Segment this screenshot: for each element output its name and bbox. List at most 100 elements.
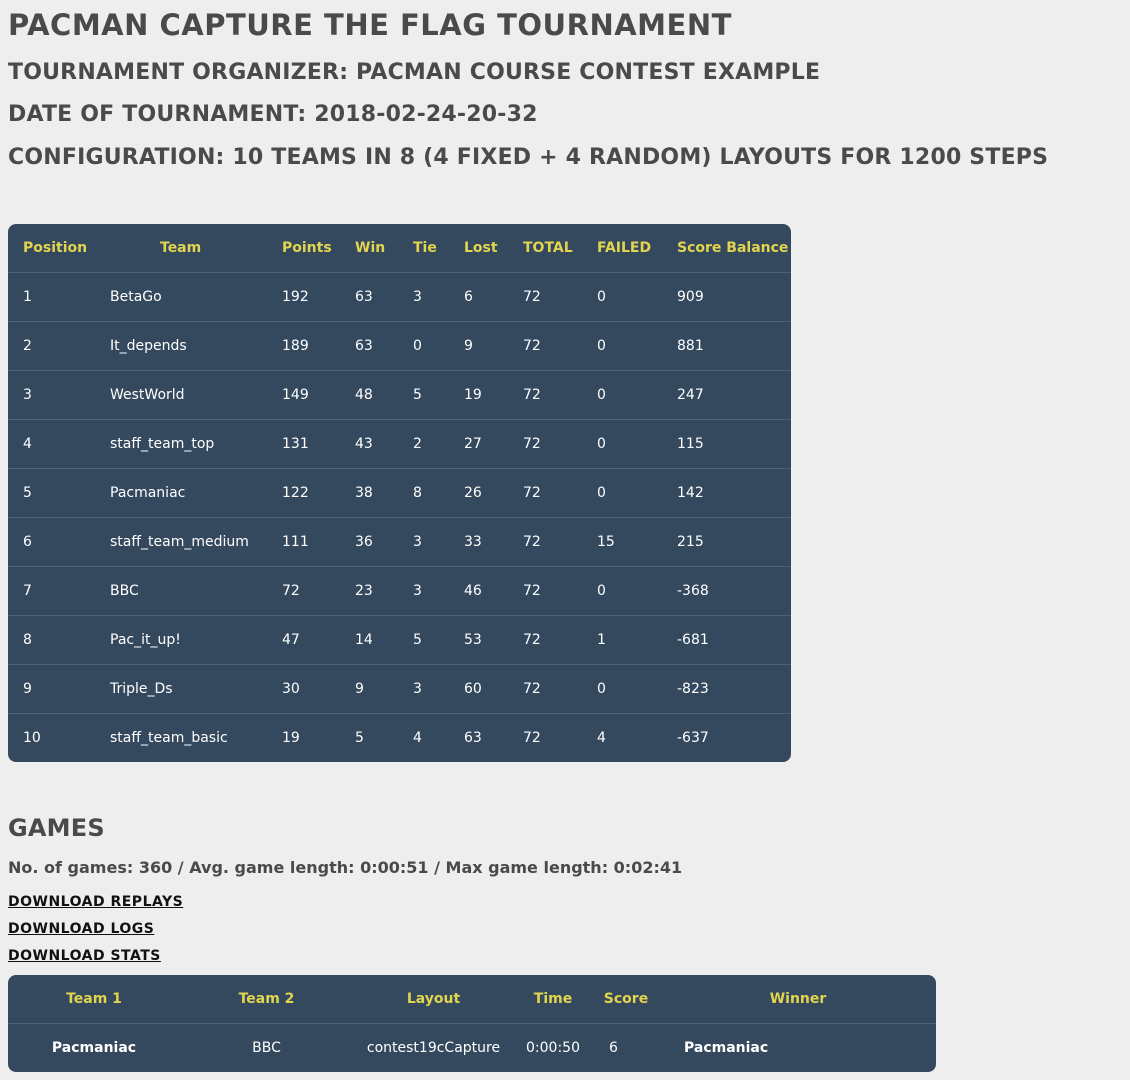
cell-failed: 0 [597, 469, 677, 518]
col-header-failed: FAILED [597, 224, 677, 273]
cell-position: 9 [8, 665, 110, 714]
ranking-header-row: Position Team Points Win Tie Lost TOTAL … [8, 224, 791, 273]
cell-lost: 27 [464, 420, 523, 469]
tournament-organizer: Tournament Organizer: Pacman Course Cont… [8, 60, 821, 85]
cell-failed: 0 [597, 273, 677, 322]
cell-total: 72 [523, 567, 597, 616]
cell-failed: 0 [597, 665, 677, 714]
cell-team2: BBC [252, 1040, 281, 1056]
cell-win: 5 [355, 730, 364, 746]
cell-layout: contest19cCapture [366, 1040, 501, 1056]
cell-position: 5 [8, 469, 110, 518]
table-row: 10 staff_team_basic 19 5 4 63 72 4 -637 [8, 714, 791, 762]
cell-failed: 1 [597, 616, 677, 665]
cell-lost: 6 [464, 273, 523, 322]
col-header-team2: Team 2 [180, 975, 353, 1024]
cell-tie: 0 [413, 322, 464, 371]
cell-points: 149 [282, 371, 355, 420]
col-header-lost: Lost [464, 224, 523, 273]
cell-lost: 63 [464, 730, 482, 746]
col-header-layout: Layout [353, 975, 514, 1024]
cell-team: staff_team_top [110, 420, 282, 469]
cell-position: 10 [23, 730, 41, 746]
col-header-win: Win [355, 224, 413, 273]
cell-tie: 8 [413, 469, 464, 518]
cell-win: 63 [355, 273, 413, 322]
cell-score-balance: 909 [677, 273, 791, 322]
cell-win: 23 [355, 567, 413, 616]
cell-tie: 5 [413, 616, 464, 665]
cell-win: 63 [355, 322, 413, 371]
cell-score: 6 [609, 1040, 618, 1056]
cell-position: 7 [8, 567, 110, 616]
cell-points: 131 [282, 420, 355, 469]
col-header-score-balance: Score Balance [677, 224, 791, 273]
games-table: Team 1 Team 2 Layout Time Score Winner P… [8, 975, 936, 1072]
cell-lost: 9 [464, 322, 523, 371]
cell-points: 192 [282, 273, 355, 322]
cell-lost: 26 [464, 469, 523, 518]
table-row: 6 staff_team_medium 111 36 3 33 72 15 215 [8, 518, 791, 567]
download-replays-link[interactable]: Download replays [8, 894, 183, 910]
cell-win: 14 [355, 616, 413, 665]
cell-score-balance: 142 [677, 469, 791, 518]
cell-win: 43 [355, 420, 413, 469]
col-header-winner: Winner [660, 975, 936, 1024]
cell-team1: Pacmaniac [51, 1040, 137, 1056]
cell-total: 72 [523, 616, 597, 665]
cell-score-balance: 881 [677, 322, 791, 371]
table-row: 1 BetaGo 192 63 3 6 72 0 909 [8, 273, 791, 322]
col-header-team: Team [110, 224, 282, 273]
table-row: 5 Pacmaniac 122 38 8 26 72 0 142 [8, 469, 791, 518]
cell-tie: 4 [413, 730, 422, 746]
download-stats-link[interactable]: Download stats [8, 948, 161, 964]
cell-total: 72 [523, 420, 597, 469]
cell-score-balance: 215 [677, 518, 791, 567]
cell-tie: 3 [413, 567, 464, 616]
cell-team: staff_team_basic [110, 730, 228, 746]
cell-lost: 33 [464, 518, 523, 567]
cell-team: staff_team_medium [110, 518, 282, 567]
col-header-position: Position [8, 224, 110, 273]
cell-score-balance: -637 [677, 730, 709, 746]
cell-position: 3 [8, 371, 110, 420]
cell-total: 72 [523, 518, 597, 567]
cell-winner: Pacmaniac [684, 1040, 769, 1056]
cell-position: 4 [8, 420, 110, 469]
cell-points: 30 [282, 665, 355, 714]
col-header-total: TOTAL [523, 224, 597, 273]
download-logs-link[interactable]: Download logs [8, 921, 154, 937]
cell-position: 8 [8, 616, 110, 665]
cell-win: 9 [355, 665, 413, 714]
cell-team: It_depends [110, 322, 282, 371]
col-header-tie: Tie [413, 224, 464, 273]
table-row: 4 staff_team_top 131 43 2 27 72 0 115 [8, 420, 791, 469]
cell-win: 38 [355, 469, 413, 518]
cell-points: 72 [282, 567, 355, 616]
cell-failed: 0 [597, 371, 677, 420]
cell-failed: 0 [597, 322, 677, 371]
cell-lost: 19 [464, 371, 523, 420]
cell-team: Pac_it_up! [110, 616, 282, 665]
cell-lost: 46 [464, 567, 523, 616]
col-header-score: Score [592, 975, 660, 1024]
cell-score-balance: 115 [677, 420, 791, 469]
cell-lost: 53 [464, 616, 523, 665]
cell-time: 0:00:50 [526, 1040, 580, 1056]
cell-lost: 60 [464, 665, 523, 714]
cell-tie: 3 [413, 665, 464, 714]
tournament-date: Date of Tournament: 2018-02-24-20-32 [8, 102, 538, 127]
cell-failed: 0 [597, 420, 677, 469]
cell-win: 48 [355, 371, 413, 420]
table-row: 3 WestWorld 149 48 5 19 72 0 247 [8, 371, 791, 420]
cell-total: 72 [523, 322, 597, 371]
table-row: Pacmaniac BBC contest19cCapture 0:00:50 6 Pac… [8, 1024, 936, 1072]
cell-total: 72 [523, 371, 597, 420]
games-header-row: Team 1 Team 2 Layout Time Score Winner [8, 975, 936, 1024]
tournament-configuration: Configuration: 10 teams in 8 (4 fixed + … [8, 145, 1049, 170]
cell-score-balance: 247 [677, 371, 791, 420]
table-row: 8 Pac_it_up! 47 14 5 53 72 1 -681 [8, 616, 791, 665]
page-title: Pacman Capture the Flag Tournament [8, 8, 732, 42]
cell-total: 72 [523, 665, 597, 714]
cell-total: 72 [523, 730, 541, 746]
